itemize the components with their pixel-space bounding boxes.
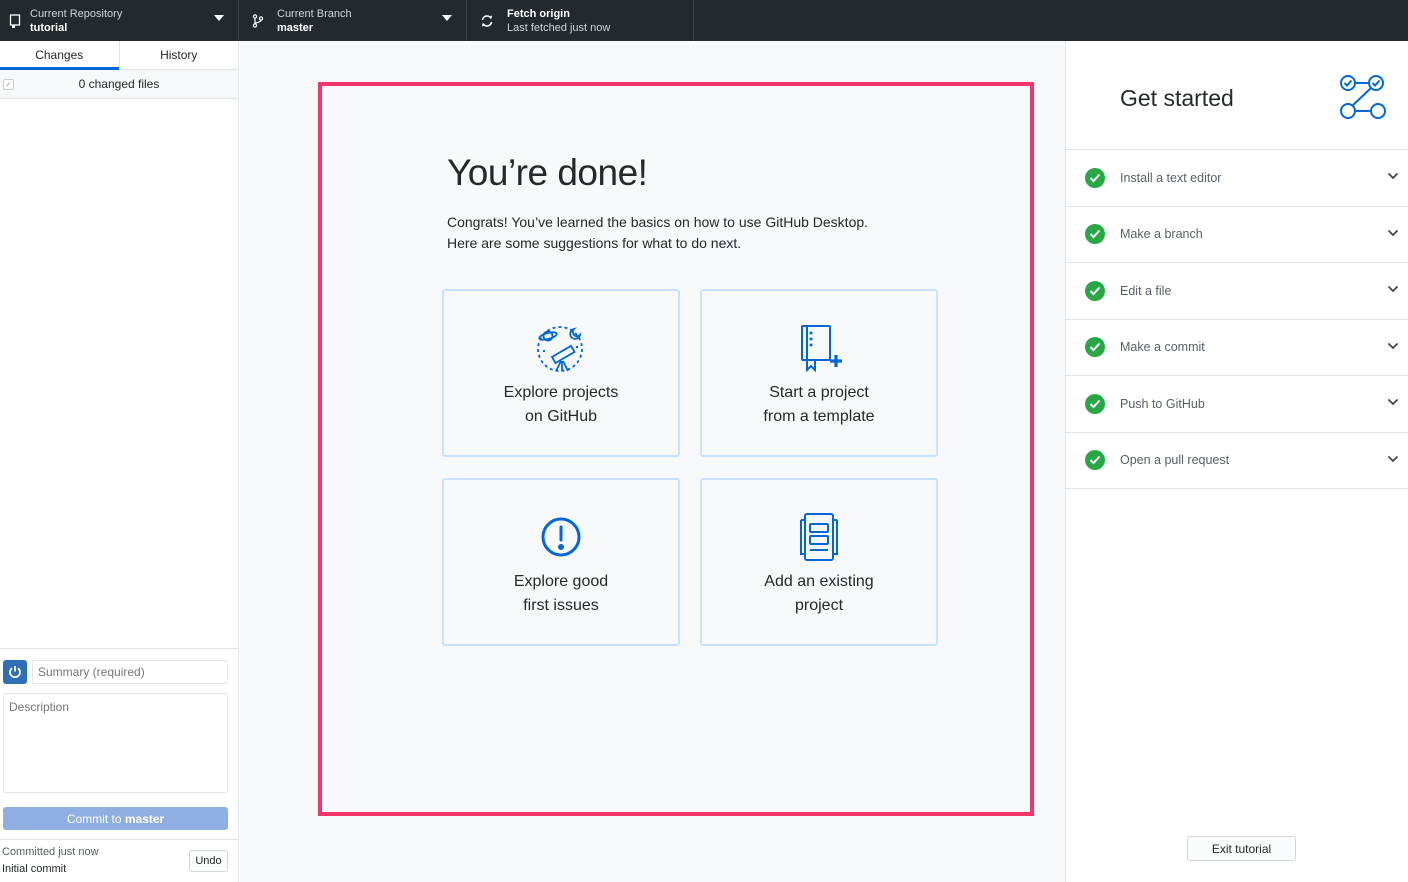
chevron-down-icon	[1387, 455, 1399, 462]
intro-line-2: Here are some suggestions for what to do…	[447, 235, 742, 251]
last-commit-message: Initial commit	[2, 863, 67, 875]
sidebar: Changes History ✓ 0 changed files Commit…	[0, 41, 239, 882]
card-label: Explore good	[513, 573, 609, 590]
chevron-down-icon	[1387, 398, 1399, 406]
check-icon	[1085, 167, 1105, 188]
sidebar-tabs: Changes History	[0, 41, 238, 70]
step-label: Push to GitHub	[1120, 396, 1205, 411]
repository-label: Current Repository	[30, 7, 123, 20]
step-open-pull-request[interactable]: Open a pull request	[1066, 433, 1408, 489]
intro-line-1: Congrats! You’ve learned the basics on h…	[447, 214, 869, 230]
exit-tutorial-button[interactable]: Exit tutorial	[1187, 836, 1296, 861]
fetch-label: Fetch origin	[507, 7, 570, 20]
step-edit-file[interactable]: Edit a file	[1066, 263, 1408, 320]
sync-icon	[467, 14, 507, 28]
fetch-status: Last fetched just now	[507, 21, 611, 34]
template-card[interactable]: Start a project from a template	[700, 289, 938, 457]
step-label: Install a text editor	[1120, 170, 1222, 185]
commit-button-prefix: Commit to	[66, 811, 125, 826]
page-title: You’re done!	[447, 152, 648, 193]
chevron-down-icon	[1387, 172, 1399, 180]
caret-down-icon	[442, 15, 452, 21]
step-label: Make a branch	[1120, 227, 1203, 242]
step-install-editor[interactable]: Install a text editor	[1066, 150, 1408, 207]
check-icon	[1085, 280, 1105, 301]
repository-name: tutorial	[30, 21, 68, 34]
template-icon	[702, 291, 936, 381]
repo-add-icon	[702, 480, 936, 570]
card-label: project	[794, 597, 844, 614]
description-input[interactable]	[3, 693, 228, 793]
good-first-issues-card[interactable]: Explore good first issues	[442, 478, 680, 646]
last-commit: Committed just now Initial commit Undo	[0, 839, 238, 882]
chevron-down-icon	[1387, 285, 1399, 293]
undo-button[interactable]: Undo	[189, 850, 228, 872]
commit-button[interactable]: Commit to master	[3, 807, 228, 830]
summary-input[interactable]	[32, 660, 228, 684]
step-label: Open a pull request	[1120, 453, 1230, 468]
card-label: Start a project	[769, 384, 869, 401]
card-label: Add an existing	[764, 573, 874, 590]
branch-name: master	[277, 21, 314, 34]
changed-files-header: ✓ 0 changed files	[0, 70, 238, 99]
explore-projects-card[interactable]: Explore projects on GitHub	[442, 289, 680, 457]
last-commit-status: Committed just now	[2, 846, 99, 858]
step-label: Edit a file	[1120, 283, 1172, 298]
caret-down-icon	[214, 15, 224, 21]
chevron-down-icon	[1387, 229, 1399, 236]
branch-selector[interactable]: Current Branch master	[239, 0, 467, 41]
branch-icon	[239, 13, 277, 28]
telescope-icon	[444, 291, 678, 381]
workflow-icon	[1340, 75, 1386, 119]
check-icon	[1085, 450, 1105, 471]
card-label: first issues	[523, 597, 599, 614]
check-icon	[1085, 393, 1105, 414]
select-all-checkbox[interactable]: ✓	[3, 79, 14, 90]
tutorial-title: Get started	[1120, 85, 1234, 111]
card-label: from a template	[763, 408, 875, 425]
step-make-branch[interactable]: Make a branch	[1066, 207, 1408, 263]
fetch-origin-button[interactable]: Fetch origin Last fetched just now	[467, 0, 694, 41]
commit-button-branch: master	[124, 811, 165, 826]
issue-icon	[444, 480, 678, 570]
card-label: Explore projects	[503, 384, 619, 401]
tab-history[interactable]: History	[118, 41, 239, 69]
tab-changes[interactable]: Changes	[0, 41, 119, 70]
avatar	[3, 660, 27, 684]
repo-icon	[0, 13, 30, 28]
card-label: on GitHub	[524, 408, 598, 425]
chevron-down-icon	[1387, 342, 1399, 349]
commit-panel: Commit to master	[0, 648, 238, 830]
step-push-to-github[interactable]: Push to GitHub	[1066, 376, 1408, 433]
repository-selector[interactable]: Current Repository tutorial	[0, 0, 239, 41]
changed-files-count: 0 changed files	[78, 77, 160, 91]
tutorial-panel: Get started Install a text editor Make a…	[1065, 41, 1408, 882]
step-label: Make a commit	[1120, 340, 1205, 355]
check-icon	[1085, 337, 1105, 358]
step-make-commit[interactable]: Make a commit	[1066, 320, 1408, 376]
tutorial-header: Get started	[1066, 41, 1408, 150]
toolbar: Current Repository tutorial Current Bran…	[0, 0, 1408, 41]
check-icon	[1085, 224, 1105, 245]
branch-label: Current Branch	[277, 7, 352, 20]
add-existing-project-card[interactable]: Add an existing project	[700, 478, 938, 646]
intro-text: Congrats! You’ve learned the basics on h…	[447, 212, 868, 254]
